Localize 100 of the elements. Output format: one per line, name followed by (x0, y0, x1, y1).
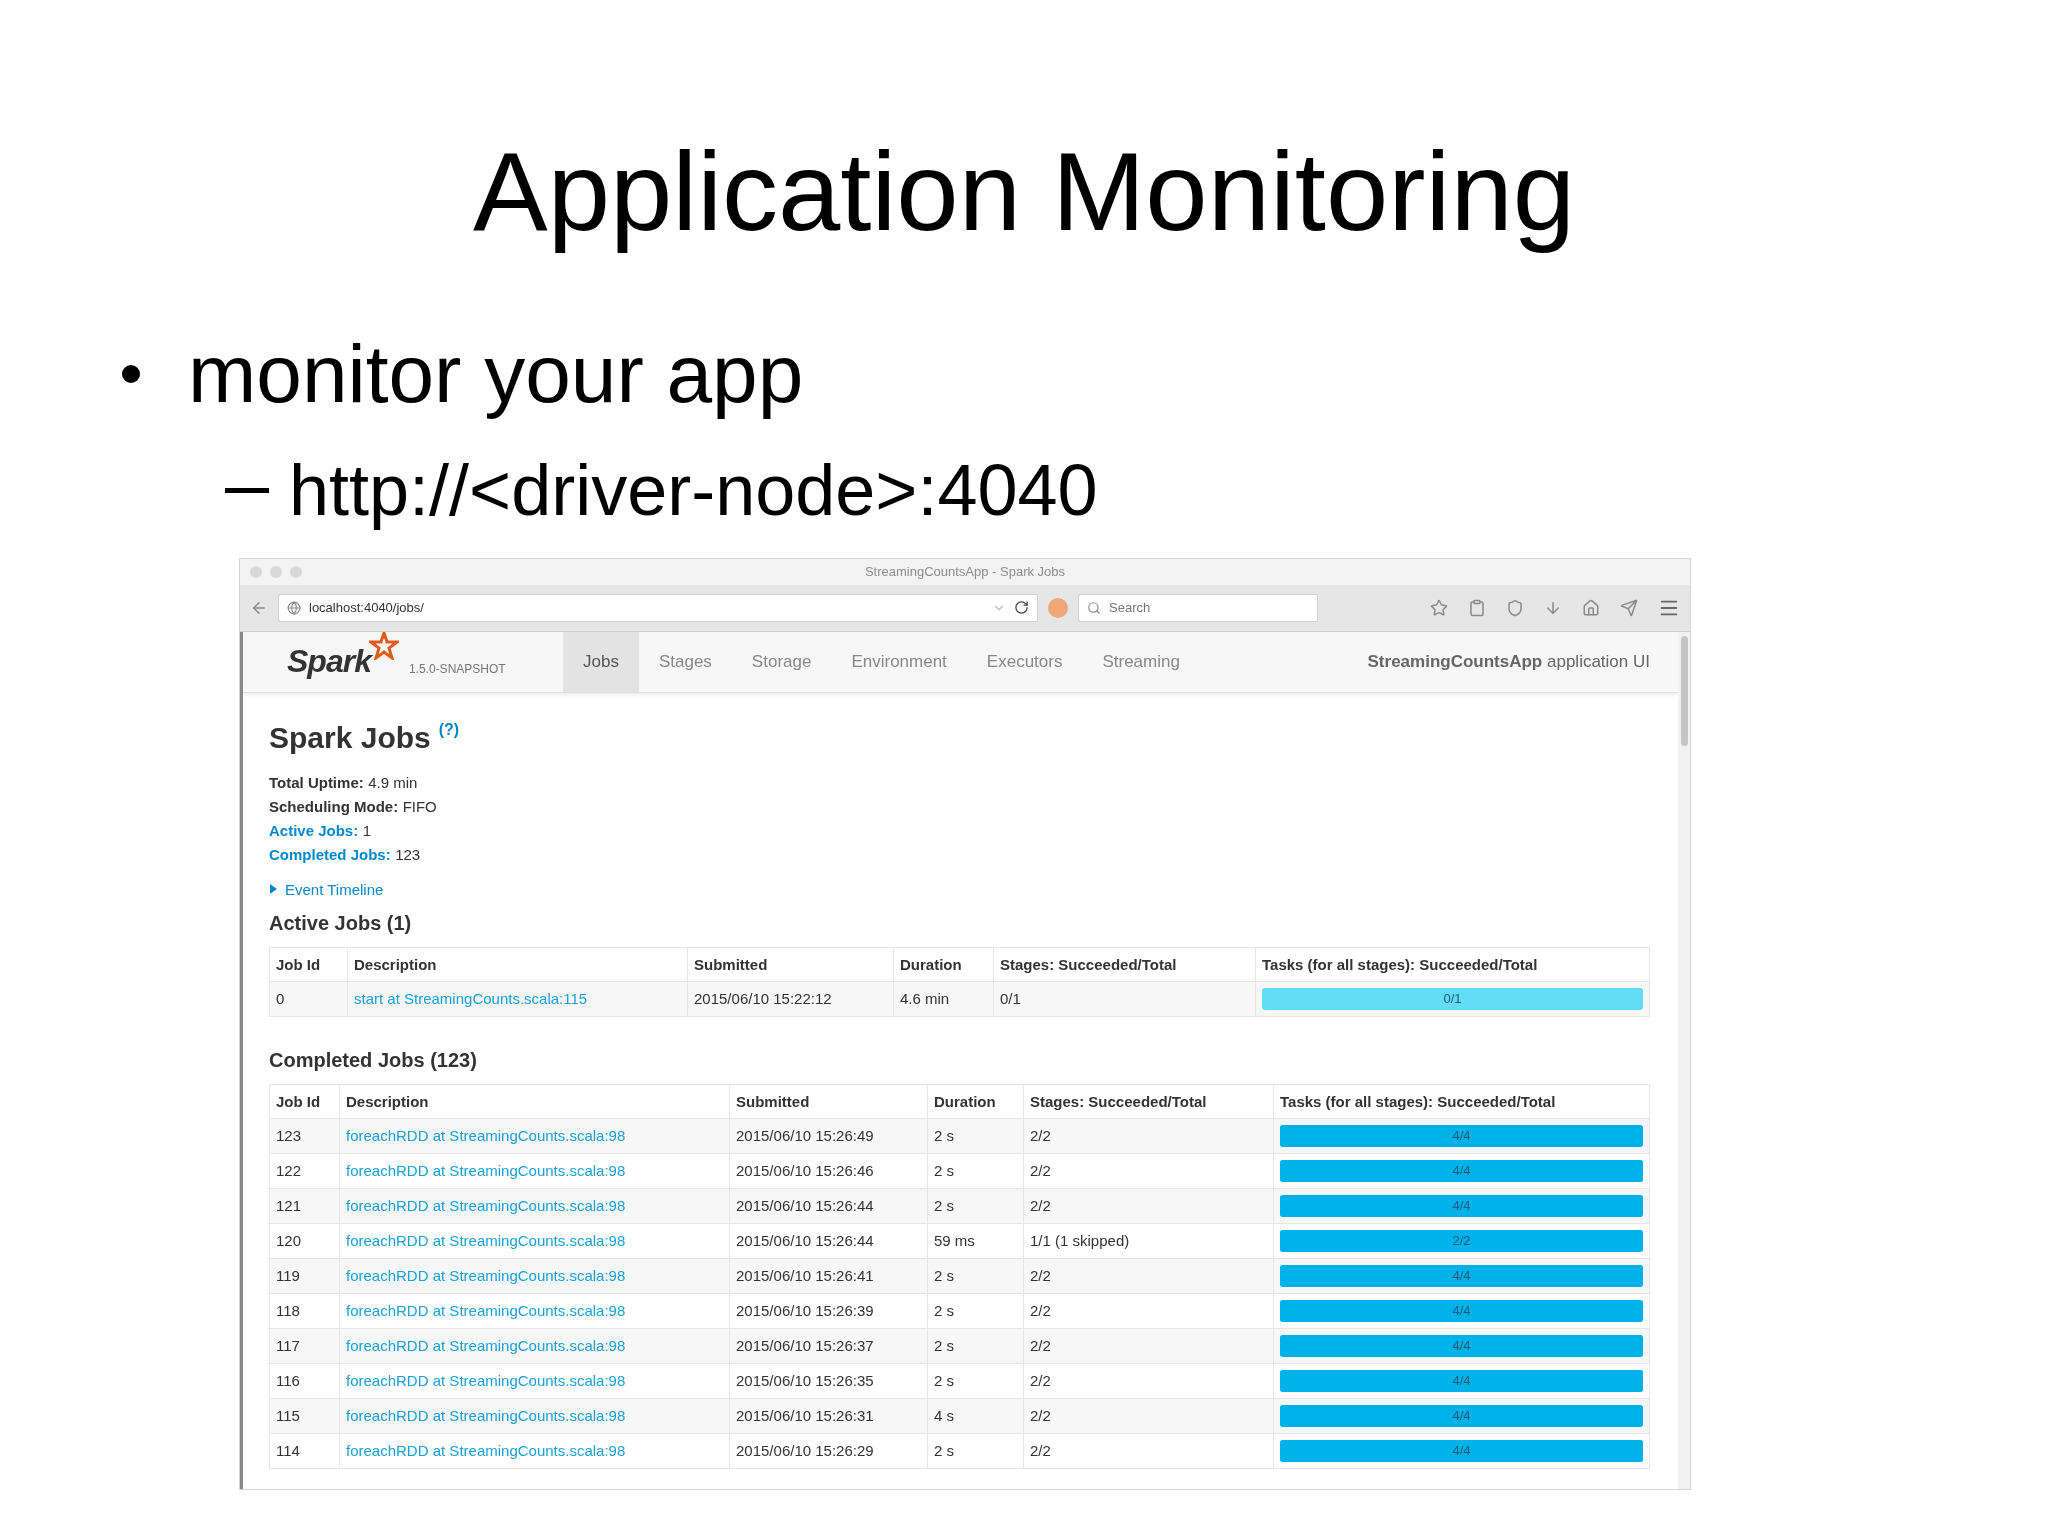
table-cell: 2 s (927, 1433, 1024, 1469)
table-cell: 2 s (927, 1328, 1024, 1364)
table-cell: 2/2 (1023, 1363, 1274, 1399)
summary-label: Scheduling Mode: (269, 797, 399, 815)
section-heading: Active Jobs (1) (269, 911, 413, 935)
window-title: StreamingCountsApp - Spark Jobs (864, 564, 1066, 580)
column-header: Submitted (729, 1084, 928, 1119)
table-cell: 2015/06/10 15:26:44 (729, 1188, 928, 1224)
table-cell: 0/1 (993, 981, 1256, 1017)
table-cell: 122 (269, 1153, 340, 1189)
summary-label: Total Uptime: (269, 773, 364, 791)
progress-label: 0/1 (1443, 990, 1462, 1006)
search-field[interactable]: Search (1078, 593, 1318, 622)
progress-label: 4/4 (1452, 1267, 1471, 1283)
table-cell: 2015/06/10 15:26:29 (729, 1433, 928, 1469)
table-cell: 59 ms (927, 1223, 1024, 1259)
home-icon[interactable] (1582, 598, 1600, 617)
globe-icon (287, 600, 301, 615)
column-header: Duration (893, 947, 994, 982)
summary-value: 4.9 min (368, 773, 418, 791)
progress-label: 4/4 (1452, 1442, 1471, 1458)
column-header: Submitted (687, 947, 894, 982)
table-cell: 2015/06/10 15:26:44 (729, 1223, 928, 1259)
summary-link[interactable]: Completed Jobs: (269, 845, 391, 863)
logo-text: Spark (287, 642, 371, 680)
address-text: localhost:4040/jobs/ (309, 600, 425, 616)
table-cell: 2 s (927, 1153, 1024, 1189)
table-cell: 0 (269, 981, 348, 1017)
table-cell: 2015/06/10 15:26:35 (729, 1363, 928, 1399)
nav-tab[interactable]: Environment (831, 631, 967, 692)
column-header: Tasks (for all stages): Succeeded/Total (1255, 947, 1650, 982)
table-cell: 2 s (927, 1363, 1024, 1399)
table-cell: 2/2 (1023, 1398, 1274, 1434)
avatar-icon[interactable] (1048, 597, 1068, 618)
table-cell: 2015/06/10 15:26:49 (729, 1118, 928, 1154)
table-cell: 119 (269, 1258, 340, 1294)
summary-value: FIFO (402, 797, 437, 815)
column-header: Job Id (269, 947, 348, 982)
event-timeline-text: Event Timeline (285, 880, 384, 898)
table-cell: 2 s (927, 1188, 1024, 1224)
table-cell: 4.6 min (893, 981, 994, 1017)
table-cell: 1/1 (1 skipped) (1023, 1223, 1274, 1259)
column-header: Description (347, 947, 688, 982)
app-name: StreamingCountsApp application UI (1367, 651, 1650, 672)
help-link[interactable]: (?) (438, 720, 460, 739)
table-cell: 2015/06/10 15:26:46 (729, 1153, 928, 1189)
progress-label: 4/4 (1452, 1302, 1471, 1318)
table-cell: 2 s (927, 1118, 1024, 1154)
section-heading: Completed Jobs (123) (269, 1048, 478, 1072)
slide-title: Application Monitoring (472, 130, 1576, 254)
table-cell: 114 (269, 1433, 340, 1469)
bullet-text: monitor your app (188, 329, 804, 420)
table-cell: 2 s (927, 1293, 1024, 1329)
progress-label: 4/4 (1452, 1372, 1471, 1388)
event-timeline-toggle[interactable]: Event Timeline (269, 880, 1650, 898)
progress-label: 2/2 (1452, 1232, 1471, 1248)
summary-link[interactable]: Active Jobs: (269, 821, 359, 839)
table-cell: 115 (269, 1398, 340, 1434)
nav-tab[interactable]: Stages (638, 631, 732, 692)
version-label: 1.5.0-SNAPSHOT (408, 661, 506, 676)
star-icon[interactable] (1430, 598, 1448, 617)
table-cell: 121 (269, 1188, 340, 1224)
progress-label: 4/4 (1452, 1197, 1471, 1213)
column-header: Job Id (269, 1084, 340, 1119)
nav-tab[interactable]: Storage (731, 631, 832, 692)
page-heading: Spark Jobs (269, 720, 431, 755)
table-cell: 118 (269, 1293, 340, 1329)
table-cell: 2 s (927, 1258, 1024, 1294)
shield-icon[interactable] (1506, 598, 1524, 617)
table-cell: 2015/06/10 15:22:12 (687, 981, 894, 1017)
table-cell: 2015/06/10 15:26:41 (729, 1258, 928, 1294)
reload-icon[interactable] (1014, 600, 1029, 616)
scrollbar-thumb[interactable] (1680, 635, 1688, 746)
address-bar[interactable]: localhost:4040/jobs/ (278, 593, 1038, 622)
sub-bullet-text: http://<driver-node>:4040 (289, 451, 1098, 531)
column-header: Tasks (for all stages): Succeeded/Total (1273, 1084, 1650, 1119)
search-input[interactable]: Search (1107, 599, 1309, 617)
table-cell: 120 (269, 1223, 340, 1259)
nav-tab[interactable]: Streaming (1082, 631, 1200, 692)
table-cell: 2/2 (1023, 1293, 1274, 1329)
table-cell: 2015/06/10 15:26:39 (729, 1293, 928, 1329)
column-header: Stages: Succeeded/Total (993, 947, 1256, 982)
column-header: Duration (927, 1084, 1024, 1119)
send-icon[interactable] (1620, 598, 1638, 617)
progress-label: 4/4 (1452, 1127, 1471, 1143)
dash-icon (225, 488, 269, 494)
summary-value: 1 (362, 821, 371, 839)
table-cell: 116 (269, 1363, 340, 1399)
nav-tab[interactable]: Jobs (563, 631, 639, 692)
nav-tab[interactable]: Executors (966, 631, 1083, 692)
search-icon (1087, 600, 1101, 615)
progress-label: 4/4 (1452, 1407, 1471, 1423)
progress-label: 4/4 (1452, 1162, 1471, 1178)
bullet-icon (122, 365, 140, 384)
table-cell: 2015/06/10 15:26:31 (729, 1398, 928, 1434)
clipboard-icon[interactable] (1468, 598, 1486, 617)
table-cell: 4 s (927, 1398, 1024, 1434)
table-cell: 123 (269, 1118, 340, 1154)
column-header: Stages: Succeeded/Total (1023, 1084, 1274, 1119)
table-cell: 2015/06/10 15:26:37 (729, 1328, 928, 1364)
